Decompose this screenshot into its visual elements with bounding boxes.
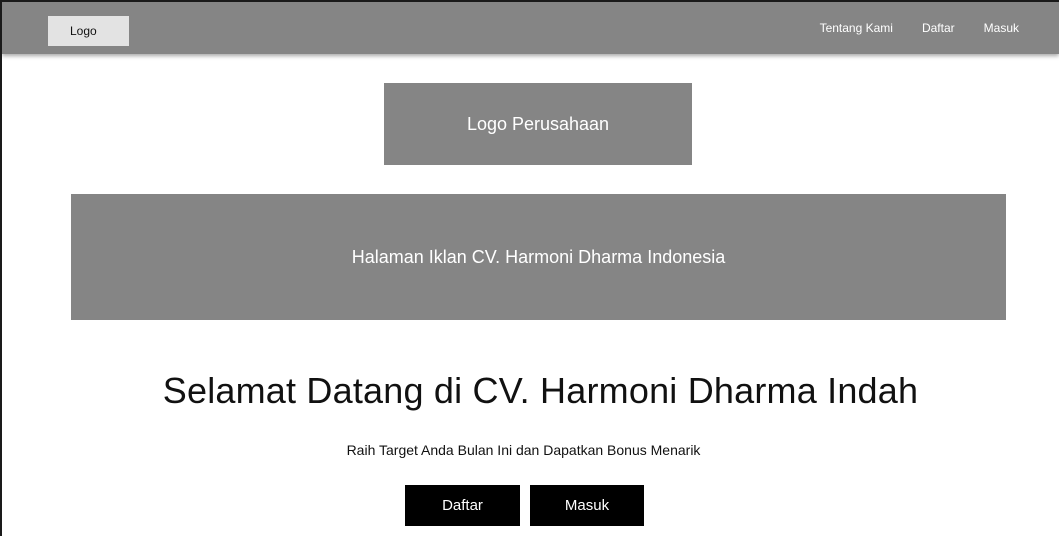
nav-link-login[interactable]: Masuk [984,21,1019,35]
ad-banner-placeholder: Halaman Iklan CV. Harmoni Dharma Indones… [71,194,1006,320]
page-frame: Logo Tentang Kami Daftar Masuk Logo Peru… [0,0,1059,536]
navbar-logo[interactable]: Logo [48,16,129,46]
register-button[interactable]: Daftar [405,485,520,526]
navbar-links: Tentang Kami Daftar Masuk [791,2,1019,54]
nav-link-register[interactable]: Daftar [922,21,955,35]
company-logo-placeholder: Logo Perusahaan [384,83,692,165]
hero-subtitle: Raih Target Anda Bulan Ini dan Dapatkan … [346,442,701,458]
top-navbar: Logo Tentang Kami Daftar Masuk [2,2,1059,54]
hero-title: Selamat Datang di CV. Harmoni Dharma Ind… [162,370,919,411]
nav-link-about[interactable]: Tentang Kami [820,21,893,35]
login-button[interactable]: Masuk [530,485,644,526]
